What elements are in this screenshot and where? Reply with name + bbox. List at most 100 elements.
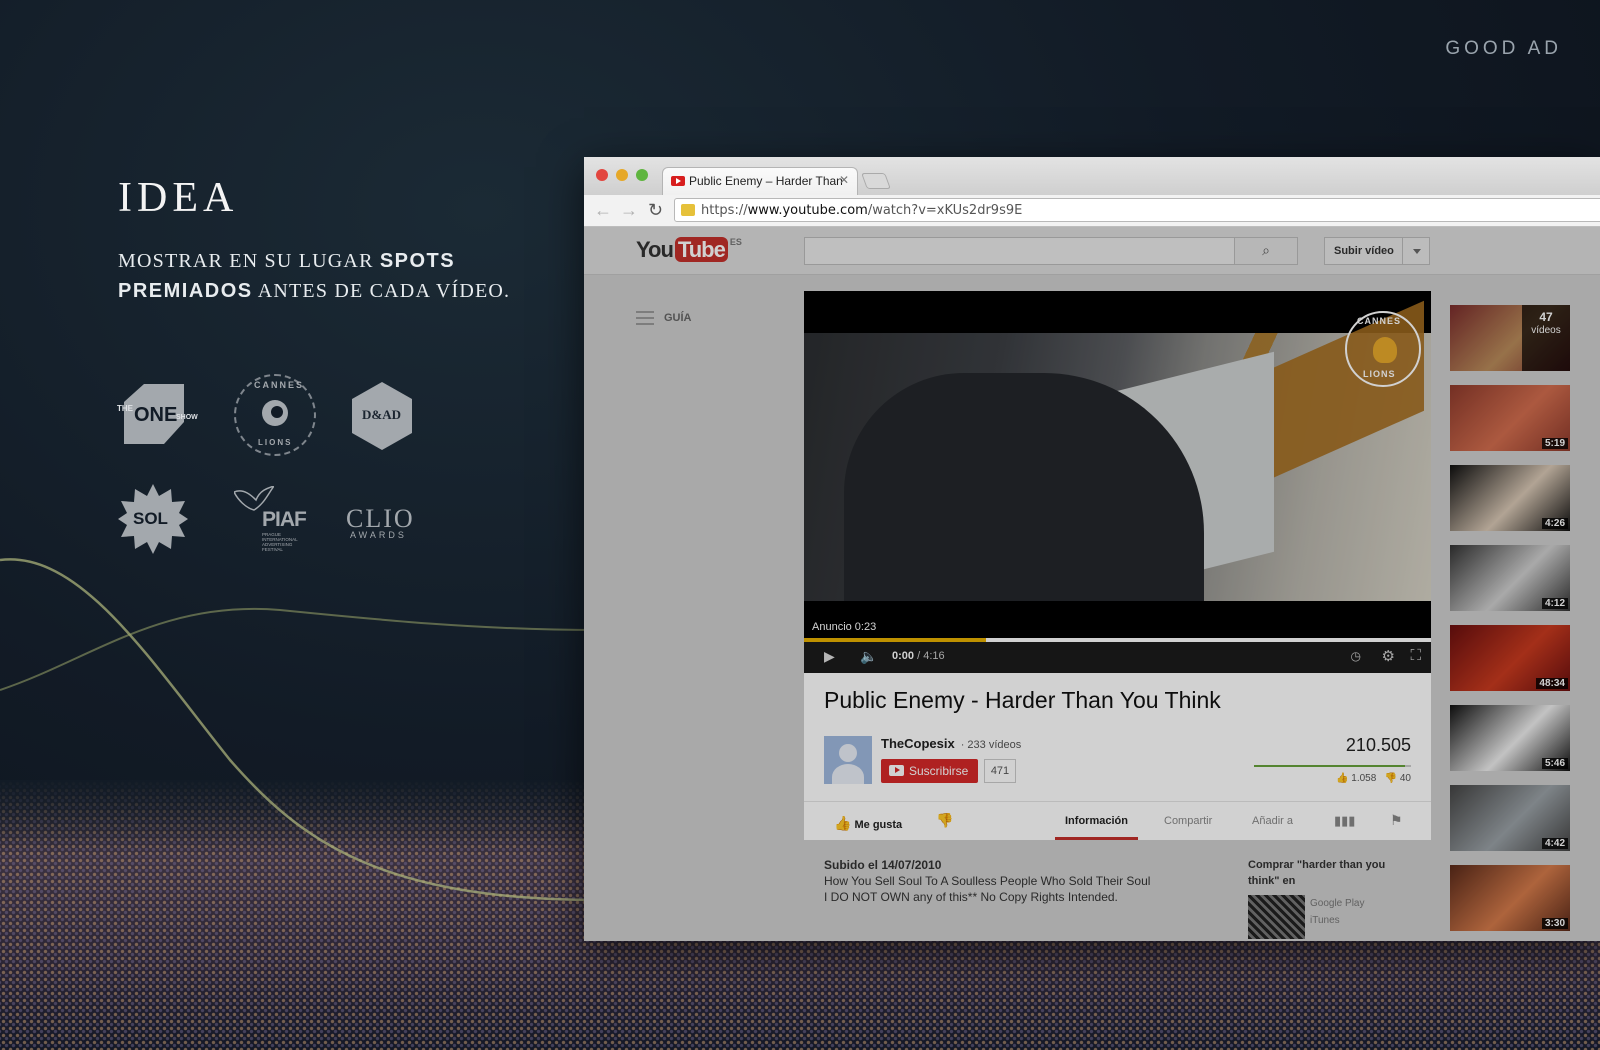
video-info-card: Public Enemy - Harder Than You Think The… (804, 673, 1431, 840)
cannes-lions-badge: CANNES LIONS (1345, 311, 1421, 387)
time-current: 0:00 (892, 650, 915, 662)
description-line1: How You Sell Soul To A Soulless People W… (824, 874, 1151, 888)
dislike-count: 40 (1399, 773, 1411, 784)
youtube-header: You Tube ES ⌕ Subir vídeo (584, 227, 1600, 275)
logo-you: You (636, 237, 674, 262)
video-duration: 5:46 (1541, 758, 1568, 769)
browser-tab-active[interactable]: Public Enemy – Harder Than ✕ (662, 167, 858, 195)
flag-icon[interactable]: ⚑ (1390, 812, 1403, 829)
clio-logo: CLIO AWARDS (346, 504, 426, 544)
upload-date: Subido el 14/07/2010 (824, 858, 942, 872)
search-input[interactable] (804, 237, 1236, 265)
youtube-logo[interactable]: You Tube ES (636, 237, 742, 263)
youtube-favicon-icon (671, 176, 685, 186)
piaf-logo: PIAF PRAGUE INTERNATIONAL ADVERTISING FE… (232, 484, 314, 556)
guide-menu[interactable]: GUÍA (636, 311, 692, 325)
play-icon[interactable]: ▶ (824, 648, 835, 665)
cannes-lions-top-text: CANNES (254, 380, 305, 390)
url-path: /watch?v=xKUs2dr9s9E (867, 203, 1023, 218)
channel-video-count: · 233 vídeos (960, 739, 1022, 751)
like-button[interactable]: 👍 Me gusta (834, 815, 902, 832)
idea-line2-post: ANTES DE CADA VÍDEO. (252, 280, 511, 302)
subscriber-count: 471 (984, 759, 1016, 783)
tab-compartir[interactable]: Compartir (1164, 815, 1212, 827)
idea-line2-bold: PREMIADOS (118, 280, 253, 302)
browser-tab-bar: Public Enemy – Harder Than ✕ (584, 157, 1600, 195)
rating-counts: 👍 1.058 👎 40 (1336, 773, 1411, 784)
hamburger-menu-icon (636, 311, 654, 325)
tab-close-icon[interactable]: ✕ (839, 173, 849, 187)
dislike-fill (1404, 765, 1411, 767)
browser-window: Public Enemy – Harder Than ✕ ← → ↻ https… (584, 157, 1600, 941)
view-count: 210.505 (1345, 735, 1411, 755)
chevron-down-icon[interactable] (1413, 249, 1421, 254)
upload-video-button[interactable]: Subir vídeo (1324, 237, 1430, 265)
idea-title: IDEA (118, 175, 239, 221)
buy-title: Comprar "harder than you think" en (1248, 859, 1386, 887)
address-bar[interactable]: https://www.youtube.com/watch?v=xKUs2dr9… (674, 198, 1600, 222)
youtube-page: You Tube ES ⌕ Subir vídeo GUÍA CANNES LION… (584, 227, 1600, 941)
fullscreen-icon[interactable]: ⛶ (1410, 647, 1421, 664)
tab-informacion[interactable]: Información (1065, 815, 1128, 827)
like-label: Me gusta (854, 819, 903, 831)
zoom-window-button[interactable] (636, 169, 648, 181)
badge-top-text: CANNES (1357, 316, 1402, 326)
channel-name[interactable]: TheCopesix (881, 736, 955, 751)
active-tab-indicator (1055, 837, 1138, 840)
search-icon: ⌕ (1262, 242, 1270, 258)
reload-icon[interactable]: ↻ (648, 200, 663, 221)
tab-anadir[interactable]: Añadir a (1252, 815, 1293, 827)
dad-text: D&AD (362, 407, 401, 422)
related-video-thumbnail[interactable]: 48:34 (1450, 625, 1570, 691)
related-video-thumbnail[interactable]: 47 vídeos (1450, 305, 1570, 371)
video-duration: 3:30 (1541, 918, 1568, 929)
video-player[interactable]: CANNES LIONS Anuncio 0:23 ▶ 🔈 0:00 / 4:1… (804, 291, 1431, 673)
player-controls: ▶ 🔈 0:00 / 4:16 ◷ ⚙ ⛶ (804, 642, 1431, 673)
sol-logo: SOL (118, 484, 188, 554)
video-duration: 4:12 (1541, 598, 1568, 609)
browser-toolbar: ← → ↻ https://www.youtube.com/watch?v=xK… (584, 195, 1600, 227)
time-display: 0:00 / 4:16 (892, 650, 945, 662)
album-cover[interactable] (1248, 895, 1305, 939)
video-frame[interactable] (804, 300, 1431, 601)
video-duration: 48:34 (1536, 678, 1568, 689)
video-duration: 4:42 (1541, 838, 1568, 849)
watch-later-icon[interactable]: ◷ (1351, 649, 1361, 663)
forward-arrow-icon[interactable]: → (620, 200, 638, 221)
description-line2: I DO NOT OWN any of this** No Copy Right… (824, 890, 1118, 904)
volume-icon[interactable]: 🔈 (860, 648, 877, 665)
related-video-thumbnail[interactable]: 5:46 (1450, 705, 1570, 771)
related-video-thumbnail[interactable]: 4:12 (1450, 545, 1570, 611)
one-show-the: THE (117, 404, 133, 413)
playlist-label: vídeos (1531, 325, 1561, 336)
related-video-thumbnail[interactable]: 4:26 (1450, 465, 1570, 531)
close-window-button[interactable] (596, 169, 608, 181)
one-show-one: ONE (134, 404, 178, 426)
thumbs-up-icon: 👍 (834, 815, 852, 831)
related-video-thumbnail[interactable]: 4:42 (1450, 785, 1570, 851)
cannes-lions-logo: CANNES LIONS (234, 374, 316, 456)
cable-decoration (0, 558, 600, 902)
subscribe-button[interactable]: Suscribirse (881, 759, 978, 783)
upload-label: Subir vídeo (1334, 245, 1394, 257)
dislike-button[interactable]: 👎 (936, 812, 953, 829)
ad-countdown-label: Anuncio 0:23 (812, 621, 877, 633)
stats-icon[interactable]: ▮▮▮ (1334, 813, 1355, 829)
url-scheme: https:// (701, 203, 748, 218)
tab-title: Public Enemy – Harder Than (689, 174, 843, 188)
back-arrow-icon[interactable]: ← (594, 200, 612, 221)
video-title: Public Enemy - Harder Than You Think (824, 687, 1221, 713)
search-button[interactable]: ⌕ (1234, 237, 1298, 265)
new-tab-button[interactable] (861, 173, 891, 189)
channel-avatar[interactable] (824, 736, 872, 784)
award-logos: THE ONE SHOW CANNES LIONS D&AD SOL PIAF … (114, 372, 434, 562)
video-description: Subido el 14/07/2010 How You Sell Soul T… (824, 857, 1204, 905)
settings-gear-icon[interactable]: ⚙ (1382, 647, 1395, 665)
related-video-thumbnail[interactable]: 5:19 (1450, 385, 1570, 451)
minimize-window-button[interactable] (616, 169, 628, 181)
related-video-thumbnail[interactable]: 3:30 (1450, 865, 1570, 931)
piaf-text: PIAF (262, 508, 307, 531)
brand-label: GOOD AD (1445, 38, 1562, 59)
sol-text: SOL (133, 509, 168, 528)
cannes-lions-side-text: LIONS (258, 438, 293, 447)
